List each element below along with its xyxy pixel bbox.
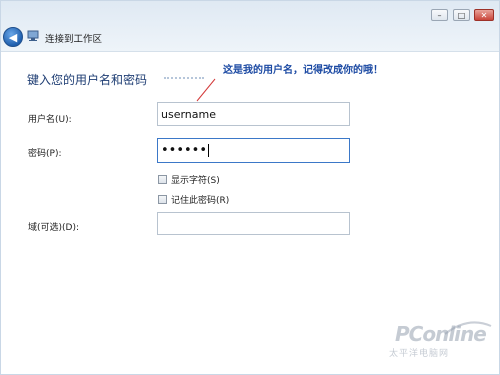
password-value: •••••• xyxy=(161,143,208,158)
domain-field[interactable] xyxy=(157,212,350,235)
show-characters-label: 显示字符(S) xyxy=(171,176,220,186)
username-label: 用户名(U): xyxy=(28,115,72,125)
site-watermark: PConline 太平洋电脑网 xyxy=(389,321,499,372)
username-value: username xyxy=(161,107,216,121)
remember-password-checkbox[interactable] xyxy=(158,195,167,204)
show-characters-checkbox[interactable] xyxy=(158,175,167,184)
show-characters-option[interactable]: 显示字符(S) xyxy=(158,173,220,186)
annotation-pointer xyxy=(196,78,216,102)
username-field[interactable]: username xyxy=(157,102,350,126)
text-caret xyxy=(208,144,210,157)
watermark-subtitle: 太平洋电脑网 xyxy=(389,349,450,359)
watermark-swoosh-icon xyxy=(444,321,492,335)
password-label: 密码(P): xyxy=(28,149,62,159)
dialog-window: ◀ 连接到工作区 – □ ✕ 键入您的用户名和密码 这是我的用户名，记得改成你的… xyxy=(0,0,500,375)
remember-password-option[interactable]: 记住此密码(R) xyxy=(158,193,229,206)
domain-label: 域(可选)(D): xyxy=(28,223,80,233)
password-field[interactable]: •••••• xyxy=(157,138,350,163)
remember-password-label: 记住此密码(R) xyxy=(171,196,230,206)
